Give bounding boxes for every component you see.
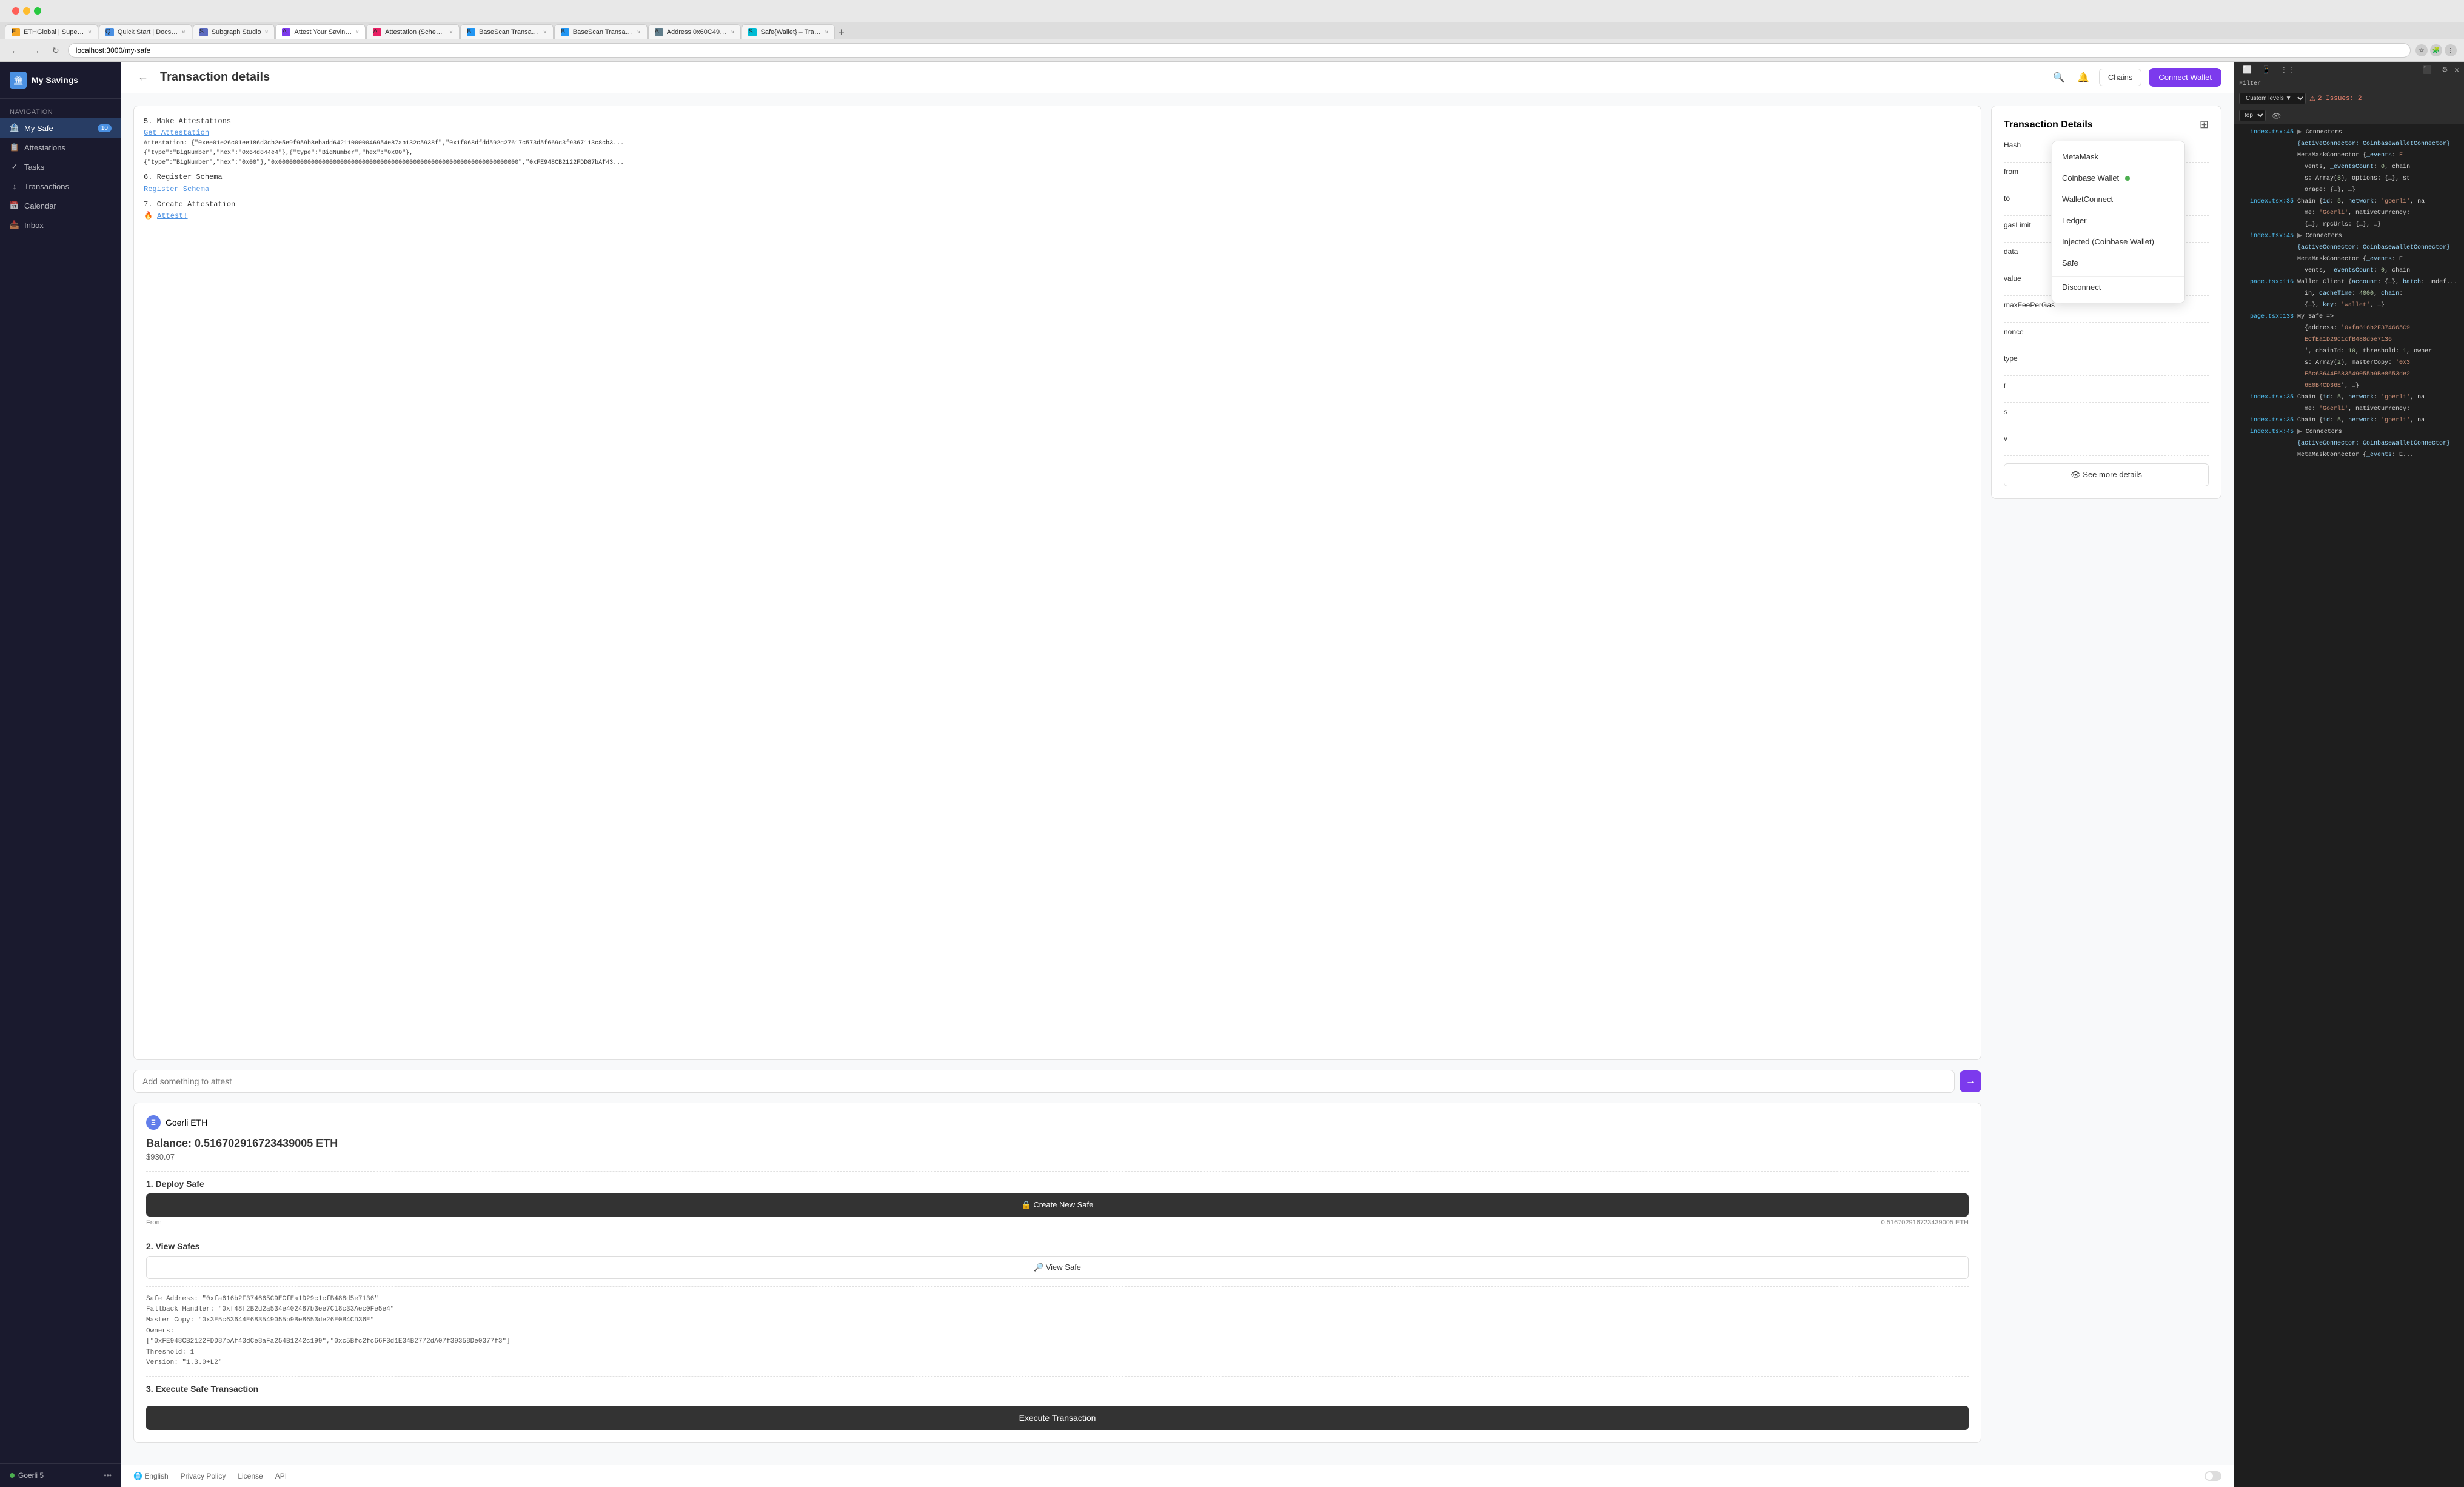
dropdown-item-walletconnect[interactable]: WalletConnect xyxy=(2052,189,2184,210)
dropdown-item-safe[interactable]: Safe xyxy=(2052,252,2184,274)
dropdown-item-disconnect[interactable]: Disconnect xyxy=(2052,276,2184,298)
api-link[interactable]: API xyxy=(275,1472,287,1480)
coinbase-label: Coinbase Wallet xyxy=(2062,173,2119,183)
network-indicator: Goerli 5 ••• xyxy=(10,1471,112,1480)
sidebar-bottom-menu[interactable]: ••• xyxy=(104,1471,112,1480)
ledger-label: Ledger xyxy=(2062,216,2086,225)
safe-label: Safe xyxy=(2062,258,2078,267)
metamask-label: MetaMask xyxy=(2062,152,2098,161)
language-selector[interactable]: 🌐 English xyxy=(133,1472,169,1480)
privacy-link[interactable]: Privacy Policy xyxy=(181,1472,226,1480)
dropdown-item-injected[interactable]: Injected (Coinbase Wallet) xyxy=(2052,231,2184,252)
network-dot xyxy=(10,1473,15,1478)
wallet-dropdown: MetaMask Coinbase Wallet WalletConnect L… xyxy=(2052,141,2185,303)
toggle-knob xyxy=(2206,1472,2213,1480)
disconnect-label: Disconnect xyxy=(2062,283,2101,292)
theme-toggle[interactable] xyxy=(2205,1471,2221,1481)
injected-label: Injected (Coinbase Wallet) xyxy=(2062,237,2154,246)
dropdown-item-metamask[interactable]: MetaMask xyxy=(2052,146,2184,167)
dropdown-item-ledger[interactable]: Ledger xyxy=(2052,210,2184,231)
toggle-switch[interactable] xyxy=(2205,1471,2221,1481)
network-label: Goerli 5 xyxy=(18,1471,44,1480)
license-link[interactable]: License xyxy=(238,1472,263,1480)
coinbase-connected-dot xyxy=(2125,176,2130,181)
dropdown-item-coinbase[interactable]: Coinbase Wallet xyxy=(2052,167,2184,189)
walletconnect-label: WalletConnect xyxy=(2062,195,2113,204)
